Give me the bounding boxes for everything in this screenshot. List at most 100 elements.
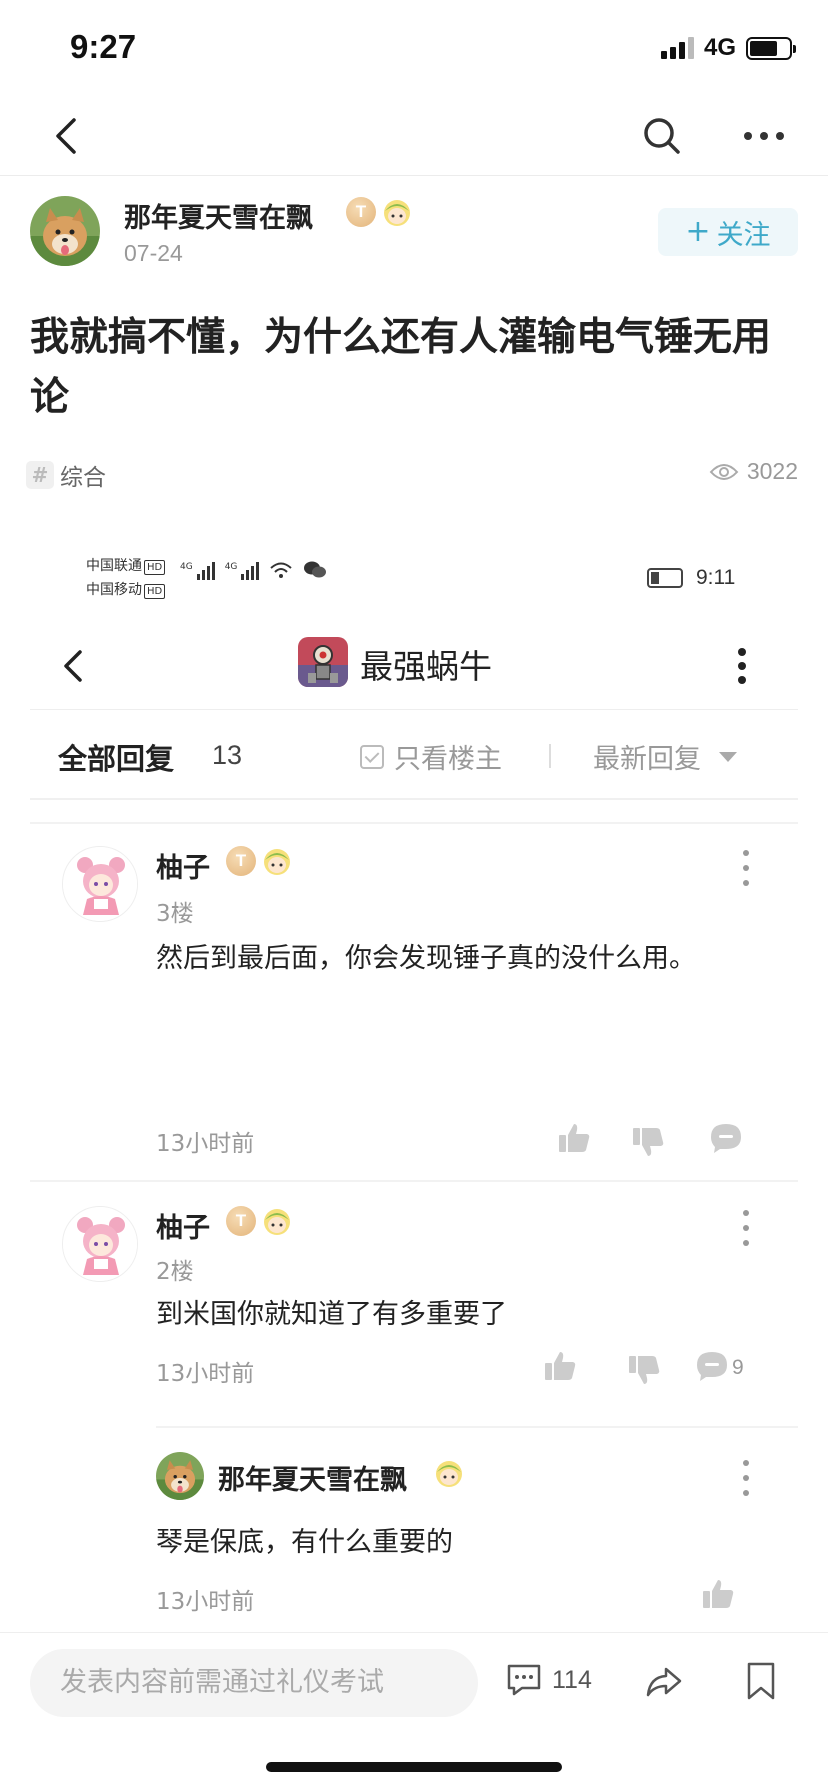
screenshot-status-bar: 中国联通 HD 中国移动 HD 4G 4G 9:11 [30, 554, 798, 614]
comment-user: 柚子 [156, 853, 210, 884]
signal-icon [660, 37, 694, 59]
sort-dropdown: 最新回复 [593, 737, 737, 776]
carrier-2: 中国移动 [86, 582, 142, 598]
divider [30, 822, 798, 824]
hashtag-icon: # [26, 461, 54, 489]
more-vertical-icon [740, 1460, 752, 1496]
level-badge-icon: T [346, 197, 376, 227]
sort-label: 最新回复 [593, 744, 701, 775]
avatar [156, 1452, 204, 1500]
post-meta: # 综合 3022 [26, 458, 798, 492]
author-name[interactable]: 那年夏天雪在飘 [124, 196, 313, 235]
level-badge-icon: T [226, 1206, 256, 1236]
user-badges: T [226, 1206, 292, 1236]
thumbs-up-icon [703, 1580, 734, 1608]
status-time: 9:27 [70, 28, 137, 65]
reply-count: 9 [732, 1356, 744, 1379]
screenshot-nav-bar: 最强蜗牛 [30, 620, 798, 710]
level-badge-icon: T [226, 846, 256, 876]
character-badge-icon [264, 849, 290, 875]
comment-bubble-icon [697, 1352, 727, 1381]
thumbs-down-icon [629, 1356, 660, 1384]
wechat-icon [304, 561, 327, 578]
carrier-1: 中国联通 [86, 558, 142, 574]
plus-icon: + [685, 214, 711, 249]
follow-label: 关注 [716, 219, 771, 251]
compose-input[interactable]: 发表内容前需通过礼仪考试 [30, 1649, 478, 1717]
character-badge-icon [436, 1461, 462, 1487]
checkbox-icon [360, 744, 384, 769]
screenshot-title: 最强蜗牛 [360, 647, 492, 686]
reply-header: 全部回复 13 只看楼主 最新回复 [30, 710, 798, 800]
character-badge-icon [264, 1209, 290, 1235]
network-type: 4G [703, 34, 736, 61]
comment-time: 13小时前 [156, 1361, 255, 1387]
status-bar: 9:27 4G [0, 0, 828, 96]
avatar [62, 1206, 138, 1282]
user-badges: T [226, 846, 292, 876]
author-badges: T [346, 197, 412, 227]
thumbs-down-icon [633, 1128, 664, 1156]
floor-number: 2楼 [156, 1259, 194, 1285]
avatar [62, 846, 138, 922]
author-avatar[interactable] [30, 196, 100, 266]
robot-game-icon [298, 637, 348, 687]
post-author: 那年夏天雪在飘 T 07-24 + 关注 [30, 196, 798, 276]
wifi-icon [270, 562, 293, 578]
chevron-left-icon [56, 118, 76, 154]
divider [549, 744, 551, 768]
status-indicators: 4G [660, 34, 796, 62]
bookmark-button[interactable] [744, 1661, 778, 1701]
floor-number: 3楼 [156, 901, 194, 927]
chevron-left-icon [64, 650, 82, 682]
more-vertical-icon [740, 1210, 752, 1246]
comments-button[interactable]: 114 [506, 1663, 592, 1697]
sub-reply-text: 琴是保底，有什么重要的 [156, 1527, 453, 1558]
anime-girl-avatar-icon [63, 1207, 137, 1281]
more-button[interactable] [742, 114, 786, 158]
more-vertical-icon [732, 644, 752, 688]
comment-time: 13小时前 [156, 1131, 255, 1157]
hd-badge: HD [144, 584, 166, 599]
comment-icon [507, 1664, 541, 1696]
bookmark-icon [747, 1662, 775, 1700]
topic-label: 综合 [60, 465, 106, 491]
home-indicator[interactable] [266, 1762, 562, 1772]
signal-icon: 4G [225, 562, 260, 580]
share-icon [646, 1667, 682, 1697]
share-button[interactable] [644, 1661, 684, 1701]
more-horizontal-icon [744, 132, 784, 140]
only-owner-label: 只看楼主 [394, 744, 502, 775]
view-count: 3022 [709, 458, 798, 485]
comment-bubble-icon [711, 1124, 741, 1153]
screenshot-signal-icons: 4G 4G [180, 560, 327, 580]
follow-button[interactable]: + 关注 [658, 208, 798, 256]
attached-screenshot[interactable]: 中国联通 HD 中国移动 HD 4G 4G 9:11 最强蜗牛 全部回复 13 … [30, 540, 798, 1628]
comment-text: 然后到最后面，你会发现锤子真的没什么用。 [156, 943, 696, 974]
eye-icon [709, 463, 739, 480]
topic-tag[interactable]: # 综合 [26, 458, 106, 492]
hd-badge: HD [144, 560, 166, 575]
character-badge-icon [384, 200, 410, 226]
only-owner-filter: 只看楼主 [360, 737, 502, 776]
comment-user: 柚子 [156, 1213, 210, 1244]
back-button[interactable] [48, 114, 88, 158]
game-icon [298, 637, 348, 687]
replies-count: 13 [212, 740, 243, 770]
screenshot-time: 9:11 [696, 566, 736, 589]
anime-girl-avatar-icon [63, 847, 137, 921]
search-button[interactable] [640, 114, 684, 158]
back-button [54, 644, 94, 688]
thumbs-up-icon [559, 1124, 590, 1152]
all-replies-label: 全部回复 [58, 742, 175, 776]
divider [156, 1426, 798, 1428]
battery-icon [746, 36, 796, 60]
more-vertical-icon [740, 850, 752, 886]
comment-count: 114 [552, 1665, 592, 1694]
nav-bar [0, 96, 828, 176]
sub-reply-time: 13小时前 [156, 1589, 255, 1615]
view-count-value: 3022 [746, 458, 798, 484]
sub-reply-user: 那年夏天雪在飘 [218, 1465, 407, 1496]
post-date: 07-24 [124, 240, 183, 266]
signal-icon: 4G [180, 562, 215, 580]
